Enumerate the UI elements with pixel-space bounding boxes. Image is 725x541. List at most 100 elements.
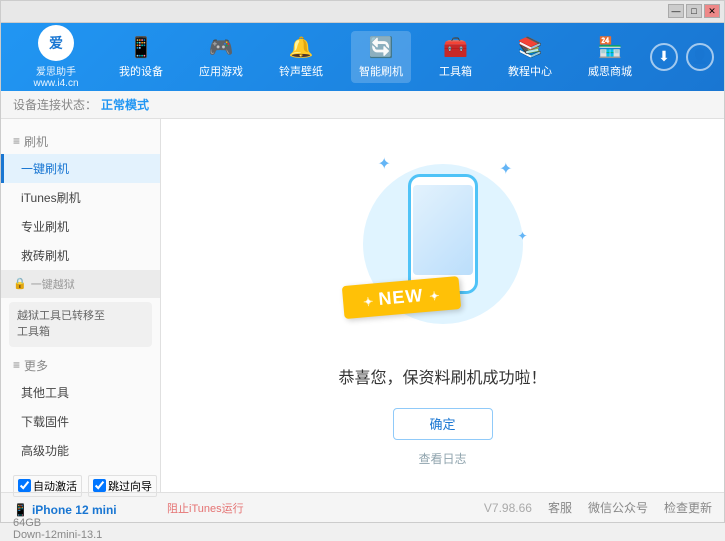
tutorials-icon: 📚 — [518, 35, 543, 60]
top-navigation: 爱 爱思助手 www.i4.cn 📱 我的设备 🎮 应用游戏 🔔 铃声壁纸 🔄 … — [1, 23, 724, 91]
skip-wizard-checkbox-label[interactable]: 跳过向导 — [88, 475, 157, 497]
window-controls: — □ ✕ — [668, 4, 720, 18]
brick-flash-label: 救砖刷机 — [21, 249, 69, 263]
section-icon: ≡ — [13, 134, 20, 148]
tutorials-label: 教程中心 — [508, 63, 552, 79]
logo-text: 爱思助手 — [36, 63, 76, 78]
auto-launch-label: 自动激活 — [33, 478, 77, 494]
nav-item-apps-games[interactable]: 🎮 应用游戏 — [191, 31, 251, 83]
check-update-link[interactable]: 检查更新 — [664, 499, 712, 516]
bottom-right-section: V7.98.66 客服 微信公众号 检查更新 — [484, 499, 712, 516]
auto-launch-checkbox-label[interactable]: 自动激活 — [13, 475, 82, 497]
jailbreak-label: 一键越狱 — [31, 276, 75, 292]
sidebar-jailbreak-section: 🔒 一键越狱 — [1, 270, 160, 298]
sidebar-item-other-tools[interactable]: 其他工具 — [1, 378, 160, 407]
title-bar: — □ ✕ — [1, 1, 724, 23]
sidebar-item-one-click-flash[interactable]: 一键刷机 — [1, 154, 160, 183]
success-illustration: ✦ ✦ ✦ NEW — [353, 144, 533, 344]
device-name-row: 📱 iPhone 12 mini — [13, 503, 157, 517]
ringtones-label: 铃声壁纸 — [279, 63, 323, 79]
nav-item-ringtones[interactable]: 🔔 铃声壁纸 — [271, 31, 331, 83]
nav-item-smart-flash[interactable]: 🔄 智能刷机 — [351, 31, 411, 83]
device-model: Down-12mini-13.1 — [13, 529, 157, 541]
sidebar-item-download-firmware[interactable]: 下载固件 — [1, 407, 160, 436]
maximize-button[interactable]: □ — [686, 4, 702, 18]
phone-shape — [408, 174, 478, 294]
confirm-button[interactable]: 确定 — [393, 408, 493, 440]
app-window: — □ ✕ 爱 爱思助手 www.i4.cn 📱 我的设备 🎮 应用游戏 🔔 — [0, 0, 725, 523]
advanced-label: 高级功能 — [21, 444, 69, 458]
wechat-link[interactable]: 微信公众号 — [588, 499, 648, 516]
nav-right-buttons: ⬇ 👤 — [650, 43, 714, 71]
device-info: 📱 iPhone 12 mini 64GB Down-12mini-13.1 — [13, 503, 157, 541]
smart-flash-label: 智能刷机 — [359, 63, 403, 79]
nav-item-toolbox[interactable]: 🧰 工具箱 — [431, 31, 480, 83]
apps-games-label: 应用游戏 — [199, 63, 243, 79]
confirm-button-label: 确定 — [429, 417, 455, 432]
ringtones-icon: 🔔 — [289, 35, 314, 60]
device-phone-icon: 📱 — [13, 503, 28, 517]
main-area: ≡ 刷机 一键刷机 iTunes刷机 专业刷机 救砖刷机 🔒 一键越狱 越狱工具… — [1, 119, 724, 492]
success-text: 恭喜您，保资料刷机成功啦！ — [338, 364, 546, 388]
download-button[interactable]: ⬇ — [650, 43, 678, 71]
sidebar-item-advanced[interactable]: 高级功能 — [1, 436, 160, 465]
status-value: 正常模式 — [101, 96, 149, 113]
section-label: 刷机 — [24, 133, 48, 150]
new-ribbon-text: NEW — [377, 285, 424, 309]
logo-symbol: 爱 — [49, 33, 63, 53]
checkbox-row: 自动激活 跳过向导 — [13, 475, 157, 497]
auto-launch-checkbox[interactable] — [18, 479, 31, 492]
lock-icon: 🔒 — [13, 277, 27, 290]
sparkle-3: ✦ — [517, 229, 527, 243]
skip-wizard-checkbox[interactable] — [93, 479, 106, 492]
sidebar-item-itunes-flash[interactable]: iTunes刷机 — [1, 183, 160, 212]
status-label: 设备连接状态： — [13, 96, 97, 113]
sidebar-item-pro-flash[interactable]: 专业刷机 — [1, 212, 160, 241]
toolbox-icon: 🧰 — [443, 35, 468, 60]
weishi-store-icon: 🏪 — [598, 35, 623, 60]
customer-service-link[interactable]: 客服 — [548, 499, 572, 516]
nav-item-weishi-store[interactable]: 🏪 威思商城 — [580, 31, 640, 83]
logo-icon: 爱 — [38, 25, 74, 61]
toolbox-label: 工具箱 — [439, 63, 472, 79]
minimize-button[interactable]: — — [668, 4, 684, 18]
skip-wizard-label: 跳过向导 — [108, 478, 152, 494]
one-click-flash-label: 一键刷机 — [21, 162, 69, 176]
close-button[interactable]: ✕ — [704, 4, 720, 18]
sidebar-section-flash: ≡ 刷机 — [1, 127, 160, 154]
status-bar: 设备连接状态： 正常模式 — [1, 91, 724, 119]
sidebar-info-box: 越狱工具已转移至工具箱 — [9, 302, 152, 347]
pro-flash-label: 专业刷机 — [21, 220, 69, 234]
logo-url: www.i4.cn — [33, 78, 78, 89]
sparkle-1: ✦ — [378, 154, 391, 174]
content-area: ✦ ✦ ✦ NEW 恭喜您，保资料刷机成功啦！ 确定 查看日志 — [161, 119, 724, 492]
nav-item-my-device[interactable]: 📱 我的设备 — [111, 31, 171, 83]
account-button[interactable]: 👤 — [686, 43, 714, 71]
other-tools-label: 其他工具 — [21, 386, 69, 400]
daily-log-link[interactable]: 查看日志 — [418, 450, 466, 467]
my-device-icon: 📱 — [129, 35, 154, 60]
download-firmware-label: 下载固件 — [21, 415, 69, 429]
bottom-bar: 自动激活 跳过向导 📱 iPhone 12 mini 64GB Down-12m… — [1, 492, 724, 522]
stop-itunes-btn[interactable]: 阻止iTunes运行 — [167, 500, 244, 516]
sidebar: ≡ 刷机 一键刷机 iTunes刷机 专业刷机 救砖刷机 🔒 一键越狱 越狱工具… — [1, 119, 161, 492]
itunes-flash-label: iTunes刷机 — [21, 191, 81, 205]
apps-games-icon: 🎮 — [209, 35, 234, 60]
nav-item-tutorials[interactable]: 📚 教程中心 — [500, 31, 560, 83]
smart-flash-icon: 🔄 — [369, 35, 394, 60]
device-name-text: iPhone 12 mini — [32, 503, 117, 517]
daily-log-label: 查看日志 — [418, 452, 466, 466]
more-section-icon: ≡ — [13, 358, 20, 372]
phone-screen — [413, 185, 473, 275]
my-device-label: 我的设备 — [119, 63, 163, 79]
stop-itunes-label: 阻止iTunes运行 — [167, 503, 244, 515]
info-box-text: 越狱工具已转移至工具箱 — [17, 310, 105, 339]
more-section-label: 更多 — [24, 357, 48, 374]
weishi-store-label: 威思商城 — [588, 63, 632, 79]
nav-items: 📱 我的设备 🎮 应用游戏 🔔 铃声壁纸 🔄 智能刷机 🧰 工具箱 📚 — [101, 31, 650, 83]
version-text: V7.98.66 — [484, 501, 532, 515]
sparkle-2: ✦ — [499, 159, 512, 179]
sidebar-section-more: ≡ 更多 — [1, 351, 160, 378]
sidebar-item-brick-flash[interactable]: 救砖刷机 — [1, 241, 160, 270]
logo-area: 爱 爱思助手 www.i4.cn — [11, 25, 101, 89]
